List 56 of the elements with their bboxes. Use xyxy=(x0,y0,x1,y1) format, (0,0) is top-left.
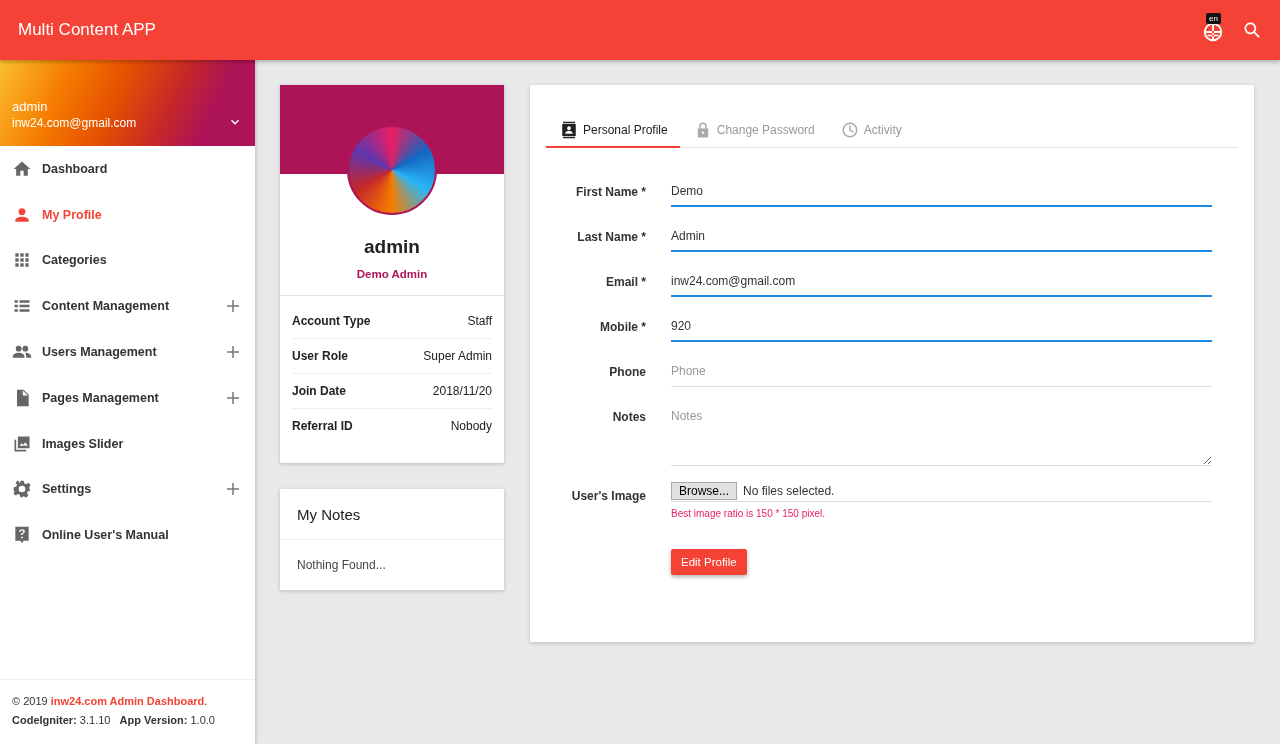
field-label: Mobile * xyxy=(599,319,646,334)
app-title: Multi Content APP xyxy=(18,20,157,40)
sidebar-item[interactable]: Online User's Manual xyxy=(0,512,255,559)
profile-role: Demo Admin xyxy=(280,268,504,296)
user-name: admin xyxy=(12,99,49,114)
file-status: No files selected. xyxy=(743,484,835,498)
detail-label: Join Date xyxy=(292,384,346,398)
detail-value: Staff xyxy=(467,314,492,328)
version-text: CodeIgniter: 3.1.10 App Version: 1.0.0 xyxy=(12,713,216,728)
field-label: Phone xyxy=(608,364,646,379)
plus-icon[interactable] xyxy=(227,300,239,313)
globe-icon xyxy=(1202,21,1224,43)
field-label: Email * xyxy=(604,274,646,289)
plus-icon[interactable] xyxy=(227,483,239,496)
edit-profile-button[interactable]: Edit Profile xyxy=(671,549,747,575)
plus-icon[interactable] xyxy=(227,391,239,404)
input-field[interactable]: Demo xyxy=(671,178,1212,207)
sidebar-item[interactable]: Categories xyxy=(0,237,255,284)
sidebar-item[interactable]: Images Slider xyxy=(0,420,255,467)
browse-button[interactable]: Browse... xyxy=(671,482,737,500)
input-field[interactable]: Phone xyxy=(671,358,1212,387)
detail-value: Nobody xyxy=(450,419,492,433)
detail-value: 2018/11/20 xyxy=(432,384,492,398)
detail-label: Referral ID xyxy=(292,419,353,433)
language-button[interactable]: en xyxy=(1202,13,1224,43)
settings-icon xyxy=(12,479,32,500)
input-field[interactable]: inw24.com@gmail.com xyxy=(671,268,1212,297)
plus-icon[interactable] xyxy=(227,346,239,359)
notes-title: My Notes xyxy=(280,489,504,540)
field-label: Notes xyxy=(611,409,646,424)
clock-icon xyxy=(840,120,859,139)
sidebar-item[interactable]: Pages Management xyxy=(0,375,255,421)
sidebar-item[interactable]: Dashboard xyxy=(0,146,255,192)
image-hint: Best image ratio is 150 * 150 pixel. xyxy=(671,508,826,519)
field-label: User's Image xyxy=(570,488,646,503)
notes-empty-text: Nothing Found... xyxy=(296,557,387,574)
profile-name: admin xyxy=(363,236,421,258)
detail-label: Account Type xyxy=(292,314,371,328)
notes-field[interactable]: Notes xyxy=(671,403,1212,466)
copyright-text: © 2019 inw24.com Admin Dashboard. xyxy=(12,694,209,709)
language-badge: en xyxy=(1206,13,1221,24)
search-icon[interactable] xyxy=(1242,20,1262,40)
input-field[interactable]: 920 xyxy=(671,313,1212,342)
contact-card-icon xyxy=(560,120,578,139)
sidebar-item[interactable]: Content Management xyxy=(0,283,255,330)
user-email: inw24.com@gmail.com xyxy=(12,116,138,130)
sidebar-item[interactable]: My Profile xyxy=(0,191,255,238)
help-icon xyxy=(12,525,32,546)
tab[interactable]: Personal Profile xyxy=(546,113,680,148)
detail-value: Super Admin xyxy=(423,349,492,363)
field-label: First Name * xyxy=(574,184,646,199)
sidebar-item[interactable]: Settings xyxy=(0,466,255,513)
detail-label: User Role xyxy=(292,349,349,363)
field-label: Last Name * xyxy=(576,229,646,244)
input-field[interactable]: Admin xyxy=(671,223,1212,252)
sidebar-item[interactable]: Users Management xyxy=(0,329,255,375)
